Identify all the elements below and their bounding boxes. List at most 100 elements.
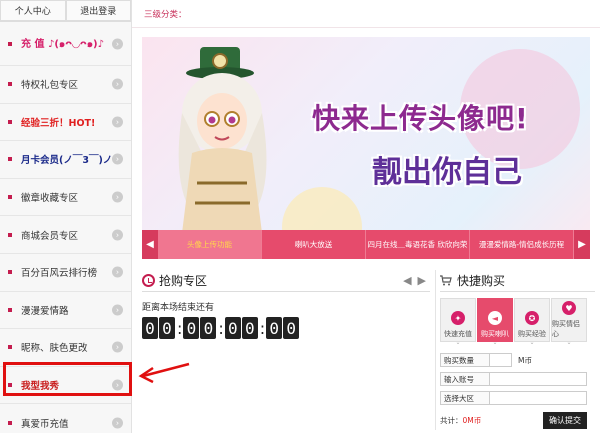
medal-icon: ✪ [525,311,539,325]
sidebar-item-badges[interactable]: 徽章收藏专区 › [0,179,131,217]
tab-label: 购买喇叭 [481,330,509,338]
total-value: 0M币 [462,416,482,425]
chevron-right-icon: › [112,417,123,429]
clock-icon [142,274,155,287]
sidebar-item-ranking[interactable]: 百分百风云排行榜 › [0,254,131,292]
tab-buy-exp[interactable]: ✪ 购买经验 ⌄ [514,298,550,346]
unit-label: M币 [518,355,532,365]
quick-buy-panel: 快捷购买 ✦ 快速充值 ⌄ ◄ 购买喇叭 ⌄ ✪ 购买经验 ⌄ ♥ 购买情侣心 … [435,270,595,430]
sidebar-item-label: 昵称、肤色更改 [21,343,88,355]
gift-icon: ✦ [451,311,465,325]
quick-buy-form: 购买数量 M币 输入账号 选择大区 共计：0M币 确认提交 [440,352,595,429]
countdown-digit: 0 [142,317,158,339]
sidebar-item-love-coin[interactable]: 真爱币充值 › [0,404,131,433]
quick-buy-footer: 共计：0M币 确认提交 [440,412,595,429]
bullet-icon [8,119,12,124]
chevron-right-icon: › [112,341,123,353]
region-select[interactable] [490,391,587,405]
prev-arrow-icon[interactable]: ◀ [403,274,411,287]
sidebar-item-label: 漫漫爱情路 [21,305,69,317]
countdown-digit: 0 [283,317,300,339]
countdown-digit: 0 [200,317,217,339]
countdown-digit: 0 [183,317,200,339]
sidebar-item-label: 真爱币充值 [21,418,69,430]
sidebar-item-exp-discount[interactable]: 经验三折！HOT! › [0,104,131,142]
sidebar-item-label: 百分百风云排行榜 [21,268,98,280]
category-label: 三级分类： [144,9,187,20]
chevron-right-icon: › [112,191,123,203]
countdown-colon: : [177,318,183,338]
chevron-right-icon: › [112,38,123,49]
quantity-label: 购买数量 [440,353,490,367]
flash-sale-panel: 抢购专区 ◀ ▶ 距离本场结束还有 00 : 00 : 00 : 00 [142,270,430,420]
bullet-icon [8,270,12,275]
countdown-colon: : [259,318,266,338]
account-row: 输入账号 [440,371,595,387]
countdown-label: 距离本场结束还有 [142,303,215,313]
cart-icon [440,275,452,286]
chevron-right-icon: › [112,116,123,128]
total-label: 共计： [440,416,463,425]
sidebar-item-monthly-card[interactable]: 月卡会员(ノ￣3￣)ノ › [0,141,131,179]
account-label: 输入账号 [440,372,490,386]
tab-label: 快速充值 [444,330,472,338]
banner-prev-button[interactable]: ◀ [142,230,158,259]
quick-buy-tabs: ✦ 快速充值 ⌄ ◄ 购买喇叭 ⌄ ✪ 购买经验 ⌄ ♥ 购买情侣心 ⌄ [440,298,595,346]
sidebar-item-label: 月卡会员(ノ￣3￣)ノ [21,155,113,167]
countdown-digit: 0 [241,317,258,339]
quick-buy-header: 快捷购买 [440,270,595,292]
megaphone-icon: ◄ [488,311,502,325]
logout-link[interactable]: 退出登录 [65,0,131,21]
flash-sale-title: 抢购专区 [159,274,208,288]
sidebar-top-links: 个人中心 退出登录 [0,0,131,22]
banner-tab[interactable]: 四月在线＿毒语花香 欣欣向荣 [366,230,470,259]
sidebar-item-love-road[interactable]: 漫漫爱情路 › [0,292,131,330]
main-content: 三级分类： 快来上传头像吧! 靓出你自己 ◀ 头像上传功能 喇叭大放送 四月在线… [132,0,600,433]
flash-sale-nav: ◀ ▶ [403,274,430,287]
banner-tab[interactable]: 喇叭大放送 [262,230,366,259]
flash-sale-header: 抢购专区 ◀ ▶ [142,270,430,292]
bullet-icon [8,41,12,46]
tab-label: 购买经验 [518,330,546,338]
bullet-icon [8,195,12,200]
banner-tabs: ◀ 头像上传功能 喇叭大放送 四月在线＿毒语花香 欣欣向荣 漫漫爱情路-情侣成长… [142,230,590,259]
chevron-right-icon: › [112,153,123,165]
personal-center-link[interactable]: 个人中心 [0,0,66,21]
bullet-icon [8,420,12,425]
sidebar-item-privilege-pack[interactable]: 特权礼包专区 › [0,66,131,104]
banner-subheadline: 靓出你自己 [372,155,522,190]
region-label: 选择大区 [440,391,490,405]
heart-icon: ♥ [562,301,576,315]
banner-carousel[interactable]: 快来上传头像吧! 靓出你自己 ◀ 头像上传功能 喇叭大放送 四月在线＿毒语花香 … [142,37,590,259]
tab-buy-heart[interactable]: ♥ 购买情侣心 ⌄ [551,298,587,346]
account-input[interactable] [490,372,587,386]
chevron-right-icon: › [112,266,123,278]
highlight-box [3,362,132,396]
banner-tab[interactable]: 漫漫爱情路-情侣成长历程 [470,230,574,259]
tab-buy-megaphone[interactable]: ◄ 购买喇叭 ⌄ [477,298,513,346]
bullet-icon [8,307,12,312]
chevron-right-icon: › [112,304,123,316]
next-arrow-icon[interactable]: ▶ [418,274,426,287]
region-row: 选择大区 [440,390,595,406]
countdown-digit: 0 [224,317,241,339]
bullet-icon [8,232,12,237]
sidebar-item-label: 徽章收藏专区 [21,193,79,205]
sidebar-item-label: 商城会员专区 [21,230,79,242]
quantity-input[interactable] [490,353,512,367]
chevron-right-icon: › [112,78,123,90]
bullet-icon [8,345,12,350]
sidebar-item-recharge[interactable]: 充 值 ♪(๑ᴖ◡ᴖ๑)♪ › [0,22,131,66]
tab-quick-recharge[interactable]: ✦ 快速充值 ⌄ [440,298,476,346]
countdown-digit: 0 [266,317,283,339]
category-bar: 三级分类： [132,0,600,28]
sidebar-item-mall-member[interactable]: 商城会员专区 › [0,216,131,254]
quantity-row: 购买数量 M币 [440,352,595,368]
countdown-timer: 00 : 00 : 00 : 00 [142,317,430,339]
banner-headline: 快来上传头像吧! [312,102,529,135]
banner-next-button[interactable]: ▶ [574,230,590,259]
submit-button[interactable]: 确认提交 [543,412,587,429]
banner-tab[interactable]: 头像上传功能 [158,230,262,259]
bullet-icon [8,157,12,162]
character-illustration [178,47,267,233]
